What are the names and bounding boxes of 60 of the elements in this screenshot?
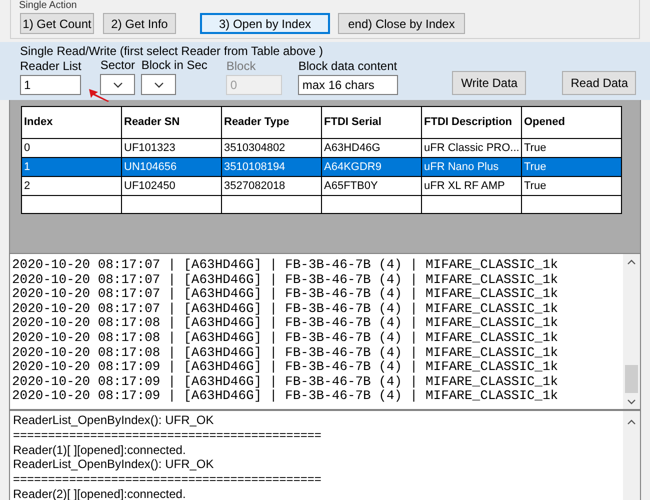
log-line: 2020-10-20 08:17:08 | [A63HD46G] | FB-3B-46-7B (4) | MIFARE_CLASSIC_1k <box>12 316 560 331</box>
table-cell: 2 <box>22 176 122 196</box>
log-line: 2020-10-20 08:17:08 | [A63HD46G] | FB-3B-46-7B (4) | MIFARE_CLASSIC_1k <box>12 346 560 360</box>
log-line: 2020-10-20 08:17:07 | [A63HD46G] | FB-3B-46-7B (4) | MIFARE_CLASSIC_1k <box>12 272 560 288</box>
data-button[interactable]: Write Data <box>452 71 526 95</box>
log-line: ReaderList_OpenByIndex(): UFR_OK <box>13 413 215 428</box>
log-line: 2020-10-20 08:17:07 | [A63HD46G] | FB-3B-46-7B (4) | MIFARE_CLASSIC_1k <box>12 302 560 316</box>
table-cell: uFR XL RF AMP <box>422 176 522 196</box>
log-line: Reader(2)[ ][opened]:connected. <box>13 486 187 500</box>
column-header[interactable]: Index <box>22 106 122 138</box>
table-cell: UF102450 <box>122 176 222 196</box>
scroll-up-icon[interactable] <box>627 419 636 425</box>
table-cell: 3510108194 <box>222 158 322 176</box>
field-label: Block <box>226 59 257 75</box>
log-line: 2020-10-20 08:17:07 | [A63HD46G] | FB-3B-46-7B (4) | MIFARE_CLASSIC_1k <box>12 258 560 273</box>
action-button[interactable]: end) Close by Index <box>338 13 465 34</box>
block-dropdown[interactable] <box>141 74 176 95</box>
log-line: 2020-10-20 08:17:08 | [A63HD46G] | FB-3B-46-7B (4) | MIFARE_CLASSIC_1k <box>12 330 560 346</box>
field-label: Reader List <box>20 59 82 75</box>
column-header[interactable]: FTDI Serial <box>322 106 422 138</box>
table-cell: True <box>522 176 622 196</box>
table-cell: uFR Nano Plus <box>422 158 522 176</box>
log-line: Reader(1)[ ][opened]:connected. <box>13 442 187 458</box>
action-button[interactable]: 2) Get Info <box>103 13 176 34</box>
sector-dropdown[interactable] <box>100 74 136 95</box>
data-button[interactable]: Read Data <box>562 71 636 95</box>
log-line: ============================================ <box>13 428 322 443</box>
chevron-down-icon[interactable] <box>112 82 123 88</box>
action-button[interactable]: 3) Open by Index <box>200 13 330 34</box>
table-cell: A65FTB0Y <box>322 176 422 196</box>
column-header[interactable]: Opened <box>522 106 622 138</box>
table-cell: 1 <box>22 158 122 176</box>
scroll-down-icon[interactable] <box>627 399 636 405</box>
scrollbar[interactable] <box>623 411 640 500</box>
chevron-down-icon[interactable] <box>154 82 164 88</box>
log-line: ReaderList_OpenByIndex(): UFR_OK <box>13 457 215 472</box>
table-cell: UN104656 <box>122 158 222 176</box>
log-line: 2020-10-20 08:17:09 | [A63HD46G] | FB-3B-46-7B (4) | MIFARE_CLASSIC_1k <box>12 374 560 390</box>
field-label: Sector <box>100 58 136 74</box>
table-cell: A64KGDR9 <box>322 158 422 176</box>
field-label: Block in Sec <box>141 58 208 74</box>
block-data-input[interactable]: max 16 chars <box>298 75 398 95</box>
section-title: Single Read/Write (first select Reader from Table above ) <box>20 45 324 58</box>
column-header[interactable]: FTDI Description <box>422 106 522 138</box>
log-line: ============================================ <box>13 472 322 487</box>
field-label: Block data content <box>298 59 398 75</box>
arrow-icon <box>88 88 110 102</box>
reader-list-input[interactable]: 1 <box>20 75 81 95</box>
scroll-thumb[interactable] <box>625 365 638 393</box>
group-title: Single Action <box>19 0 77 11</box>
scroll-up-icon[interactable] <box>627 259 636 265</box>
column-header[interactable]: Reader SN <box>122 106 222 138</box>
scrollbar[interactable] <box>623 254 640 409</box>
action-button[interactable]: 1) Get Count <box>20 13 94 34</box>
table-cell: 3527082018 <box>222 176 322 196</box>
column-header[interactable]: Reader Type <box>222 106 322 138</box>
log-line: 2020-10-20 08:17:07 | [A63HD46G] | FB-3B-46-7B (4) | MIFARE_CLASSIC_1k <box>12 287 560 302</box>
table-cell: True <box>522 158 622 176</box>
log-line: 2020-10-20 08:17:09 | [A63HD46G] | FB-3B-46-7B (4) | MIFARE_CLASSIC_1k <box>12 360 560 375</box>
log-line: 2020-10-20 08:17:09 | [A63HD46G] | FB-3B-46-7B (4) | MIFARE_CLASSIC_1k <box>12 389 560 404</box>
